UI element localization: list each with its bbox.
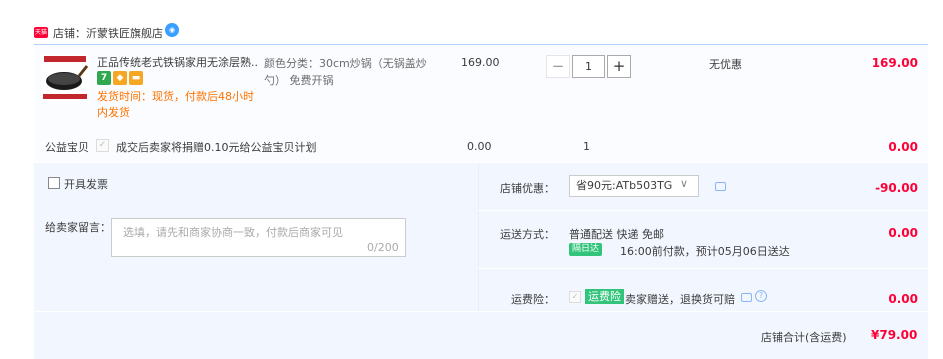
- insurance-checkbox: ✓: [569, 291, 581, 303]
- qty-minus-button[interactable]: −: [546, 55, 570, 78]
- line-total: 169.00: [871, 56, 918, 70]
- shop-name-link[interactable]: 店铺：沂蒙铁匠旗舰店: [53, 25, 163, 41]
- qty-plus-button[interactable]: +: [607, 55, 631, 78]
- chevron-down-icon[interactable]: ∨: [680, 177, 688, 190]
- service-icons: 7 ◆ ▬: [97, 71, 143, 86]
- sku-info: 颜色分类：30cm炒锅（无锅盖炒勺） 免费开锅: [264, 57, 427, 87]
- delivery-estimate: 16:00前付款，预计05月06日送达: [620, 245, 790, 258]
- charity-qty: 1: [583, 140, 590, 153]
- tmall-badge: 天猫: [34, 27, 48, 38]
- qty-input[interactable]: 1: [572, 55, 605, 78]
- insurance-amount: 0.00: [888, 292, 918, 306]
- help-icon[interactable]: ?: [755, 290, 767, 302]
- divider: [478, 163, 479, 311]
- shop-total-label: 店铺合计(含运费): [761, 331, 847, 344]
- chat-icon[interactable]: [715, 182, 726, 191]
- promo-text: 无优惠: [709, 58, 742, 71]
- charity-checkbox: ✓: [96, 139, 109, 152]
- shop-total-amount: ¥79.00: [871, 328, 918, 342]
- quantity-stepper: − 1 +: [546, 55, 631, 78]
- divider: [478, 268, 928, 269]
- product-image[interactable]: [41, 54, 89, 102]
- message-label: 给卖家留言：: [45, 221, 111, 234]
- charity-price: 0.00: [467, 140, 492, 153]
- shipping-method: 普通配送 快递 免邮: [569, 228, 664, 241]
- divider: [478, 210, 928, 211]
- charity-label: 公益宝贝: [45, 141, 89, 154]
- seven-day-return-icon[interactable]: 7: [97, 71, 111, 85]
- coupon-label: 店铺优惠：: [500, 182, 555, 195]
- product-title-link[interactable]: 正品传统老式铁锅家用无涂层熟...: [97, 55, 259, 70]
- insurance-text: 卖家赠送，退换货可赔: [625, 293, 735, 306]
- next-day-badge: 隔日达: [569, 243, 603, 256]
- invoice-label[interactable]: 开具发票: [64, 176, 108, 192]
- shipping-amount: 0.00: [888, 226, 918, 240]
- chat-icon[interactable]: [741, 293, 752, 302]
- charity-text: 成交后卖家将捐赠0.10元给公益宝贝计划: [116, 141, 317, 154]
- ship-time-note: 发货时间：现货，付款后48小时内发货: [97, 90, 254, 119]
- unit-price: 169.00: [461, 56, 500, 69]
- message-char-count: 0/200: [367, 241, 399, 254]
- insurance-badge: 运费险: [585, 289, 624, 304]
- insurance-label: 运费险：: [511, 293, 555, 306]
- charity-total: 0.00: [888, 140, 918, 154]
- credit-card-icon[interactable]: ▬: [129, 71, 143, 85]
- message-placeholder: 选填，请先和商家协商一致，付款后商家可见: [123, 226, 343, 239]
- coupon-amount: -90.00: [875, 181, 918, 195]
- divider: [34, 311, 928, 312]
- shipping-label: 运送方式：: [500, 228, 555, 241]
- invoice-checkbox[interactable]: [48, 177, 60, 189]
- wangwang-chat-icon[interactable]: ◉: [165, 23, 179, 37]
- guarantee-icon[interactable]: ◆: [113, 71, 127, 85]
